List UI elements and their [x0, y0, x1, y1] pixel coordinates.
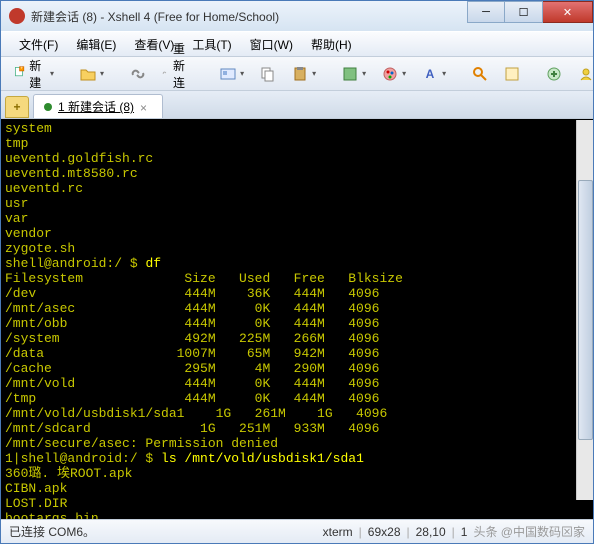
add-tab-button[interactable]: + — [5, 96, 29, 118]
search-icon — [472, 66, 488, 82]
status-connection: 已连接 COM6。 — [9, 523, 323, 540]
app-window: 新建会话 (8) - Xshell 4 (Free for Home/Schoo… — [0, 0, 594, 544]
session-tab[interactable]: 1 新建会话 (8) × — [33, 94, 163, 118]
transfer-icon — [546, 66, 562, 82]
reconnect-icon — [162, 66, 169, 82]
copy-button[interactable] — [253, 61, 283, 87]
dropdown-icon: ▾ — [50, 69, 54, 78]
close-button[interactable]: ✕ — [543, 1, 593, 23]
link-icon — [130, 66, 146, 82]
tab-bar: + 1 新建会话 (8) × — [1, 91, 593, 119]
card-icon — [220, 66, 236, 82]
palette-icon — [382, 66, 398, 82]
tab-close-button[interactable]: × — [140, 101, 152, 113]
app-icon — [9, 8, 25, 24]
window-title: 新建会话 (8) - Xshell 4 (Free for Home/Schoo… — [31, 8, 279, 25]
paste-icon — [292, 66, 308, 82]
maximize-button[interactable]: ☐ — [505, 1, 543, 23]
font-button[interactable]: A▾ — [415, 61, 453, 87]
reconnect-button[interactable]: 重新连接 — [155, 61, 201, 87]
menu-edit[interactable]: 编辑(E) — [68, 32, 124, 57]
copy-icon — [260, 66, 276, 82]
status-size: 69x28 — [368, 525, 401, 539]
new-label: 新建 — [29, 57, 46, 91]
font-icon: A — [422, 66, 438, 82]
menu-window[interactable]: 窗口(W) — [242, 32, 301, 57]
scrollbar-thumb[interactable] — [578, 180, 593, 440]
svg-text:A: A — [426, 67, 435, 81]
status-session-count: 1 — [461, 525, 468, 539]
status-cursor: 28,10 — [416, 525, 446, 539]
xagent-button[interactable] — [571, 61, 594, 87]
status-right: xterm | 69x28 | 28,10 | 1 头条 @中国数码⊠家 — [323, 523, 585, 540]
watermark-text: 头条 @中国数码⊠家 — [473, 523, 585, 540]
open-button[interactable]: ▾ — [73, 61, 111, 87]
xftp-button[interactable] — [539, 61, 569, 87]
menu-file[interactable]: 文件(F) — [11, 32, 66, 57]
agent-icon — [578, 66, 594, 82]
script-icon — [504, 66, 520, 82]
prop-button[interactable]: ▾ — [335, 61, 373, 87]
window-controls: ─ ☐ ✕ — [467, 1, 593, 23]
find-button[interactable] — [465, 61, 495, 87]
status-termtype: xterm — [323, 525, 353, 539]
terminal-output[interactable]: system tmp ueventd.goldfish.rc ueventd.m… — [1, 119, 593, 519]
terminal-scrollbar[interactable] — [576, 120, 593, 500]
titlebar[interactable]: 新建会话 (8) - Xshell 4 (Free for Home/Schoo… — [1, 1, 593, 31]
prop-icon — [342, 66, 358, 82]
new-session-button[interactable]: + 新建 ▾ — [7, 61, 61, 87]
toolbar: + 新建 ▾ ▾ 重新连接 ▾ ▾ ▾ ▾ A▾ — [1, 57, 593, 91]
connect-button[interactable] — [123, 61, 153, 87]
paste-button[interactable]: ▾ — [285, 61, 323, 87]
script-button[interactable] — [497, 61, 527, 87]
folder-icon — [80, 66, 96, 82]
profiles-button[interactable]: ▾ — [213, 61, 251, 87]
tab-label: 1 新建会话 (8) — [58, 98, 134, 115]
menu-help[interactable]: 帮助(H) — [303, 32, 360, 57]
menu-bar: 文件(F) 编辑(E) 查看(V) 工具(T) 窗口(W) 帮助(H) — [1, 31, 593, 57]
minimize-button[interactable]: ─ — [467, 1, 505, 23]
new-icon: + — [14, 66, 25, 82]
connected-indicator-icon — [44, 103, 52, 111]
status-bar: 已连接 COM6。 xterm | 69x28 | 28,10 | 1 头条 @… — [1, 519, 593, 543]
color-button[interactable]: ▾ — [375, 61, 413, 87]
